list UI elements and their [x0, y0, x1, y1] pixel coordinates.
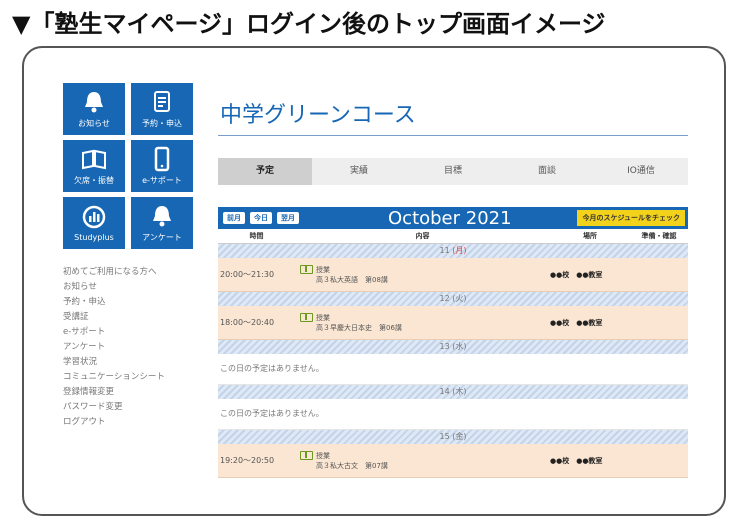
tile-survey[interactable]: アンケート	[131, 197, 193, 249]
date-row: 15 (金)	[218, 430, 688, 444]
tile-reservation[interactable]: 予約・申込	[131, 83, 193, 135]
main-content: 中学グリーンコース 予定 実績 目標 面談 IO通信 前月 今日 翌月 Octo…	[218, 83, 688, 478]
event-row[interactable]: 19:20～20:50 授業 高３私大古文 第07講 ●●校 ●●教室	[218, 444, 688, 478]
page-heading: ▼「塾生マイページ」ログイン後のトップ画面イメージ	[12, 10, 606, 38]
event-content: 授業 高３私大古文 第07講	[295, 450, 550, 471]
event-row[interactable]: 20:00～21:30 授業 高３私大英語 第08講 ●●校 ●●教室	[218, 258, 688, 292]
date-weekday: (月)	[452, 246, 467, 255]
sidebar-link-reservation[interactable]: 予約・申込	[63, 295, 199, 310]
tab-bar: 予定 実績 目標 面談 IO通信	[218, 158, 688, 185]
tile-studyplus[interactable]: Studyplus	[63, 197, 125, 249]
sidebar-link-survey[interactable]: アンケート	[63, 340, 199, 355]
menu-tiles: お知らせ 予約・申込 欠席・振替 e-サポート Studyplus アンケート	[63, 83, 199, 249]
sidebar-link-certificate[interactable]: 受講証	[63, 310, 199, 325]
tile-absence[interactable]: 欠席・振替	[63, 140, 125, 192]
sidebar-link-communication-sheet[interactable]: コミュニケーションシート	[63, 370, 199, 385]
event-detail: 高３早慶大日本史 第06講	[316, 323, 402, 332]
event-type: 授業	[316, 313, 330, 322]
column-prep: 準備・確認	[641, 232, 677, 240]
course-title: 中学グリーンコース	[218, 83, 688, 136]
tab-schedule[interactable]: 予定	[218, 158, 312, 185]
date-weekday: (木)	[452, 387, 467, 396]
lesson-icon	[300, 450, 313, 460]
tile-label: 予約・申込	[142, 119, 182, 128]
event-time: 19:20～20:50	[220, 456, 275, 465]
event-detail: 高３私大英語 第08講	[316, 275, 388, 284]
sidebar-link-logout[interactable]: ログアウト	[63, 415, 199, 430]
event-detail: 高３私大古文 第07講	[316, 461, 388, 470]
sidebar-link-profile[interactable]: 登録情報変更	[63, 385, 199, 400]
event-content: 授業 高３私大英語 第08講	[295, 264, 550, 285]
column-content: 内容	[415, 232, 430, 240]
event-type: 授業	[316, 265, 330, 274]
event-place: ●●校 ●●教室	[550, 456, 603, 465]
tablet-icon	[154, 146, 170, 172]
sidebar-link-news[interactable]: お知らせ	[63, 280, 199, 295]
tab-results[interactable]: 実績	[312, 158, 406, 185]
sidebar-links: 初めてご利用になる方へ お知らせ 予約・申込 受講証 e-サポート アンケート …	[63, 265, 199, 430]
tab-interview[interactable]: 面談	[500, 158, 594, 185]
sidebar-link-study-status[interactable]: 学習状況	[63, 355, 199, 370]
calendar-header: 前月 今日 翌月 October 2021 今月のスケジュールをチェック	[218, 207, 688, 229]
date-row: 13 (水)	[218, 340, 688, 354]
event-time: 18:00～20:40	[220, 318, 275, 327]
date-weekday: (水)	[452, 342, 467, 351]
sidebar-link-first-time[interactable]: 初めてご利用になる方へ	[63, 265, 199, 280]
today-button[interactable]: 今日	[250, 212, 272, 224]
date-weekday: (金)	[452, 432, 467, 441]
lesson-icon	[300, 264, 313, 274]
check-schedule-button[interactable]: 今月のスケジュールをチェック	[577, 210, 685, 226]
event-row[interactable]: 18:00～20:40 授業 高３早慶大日本史 第06講 ●●校 ●●教室	[218, 306, 688, 340]
tile-label: 欠席・振替	[74, 176, 114, 185]
tile-news[interactable]: お知らせ	[63, 83, 125, 135]
tab-io-news[interactable]: IO通信	[594, 158, 688, 185]
calendar-columns: 時間 内容 場所 準備・確認	[218, 229, 688, 244]
date-number: 12	[439, 294, 450, 303]
date-row: 11 (月)	[218, 244, 688, 258]
tile-label: Studyplus	[74, 233, 114, 242]
book-icon	[82, 149, 106, 170]
date-number: 14	[439, 387, 450, 396]
screen: お知らせ 予約・申込 欠席・振替 e-サポート Studyplus アンケート …	[41, 65, 715, 513]
date-row: 14 (木)	[218, 385, 688, 399]
form-icon	[154, 91, 170, 112]
event-time: 20:00～21:30	[220, 270, 275, 279]
sidebar: お知らせ 予約・申込 欠席・振替 e-サポート Studyplus アンケート …	[63, 83, 199, 446]
sidebar-link-e-support[interactable]: e-サポート	[63, 325, 199, 340]
lesson-icon	[300, 312, 313, 322]
next-month-button[interactable]: 翌月	[277, 212, 299, 224]
prev-month-button[interactable]: 前月	[223, 212, 245, 224]
tile-label: お知らせ	[78, 119, 110, 128]
date-row: 12 (火)	[218, 292, 688, 306]
no-schedule-row: この日の予定はありません。	[218, 399, 688, 430]
tile-label: e-サポート	[142, 176, 182, 185]
date-number: 11	[439, 246, 450, 255]
date-number: 15	[439, 432, 450, 441]
date-weekday: (火)	[452, 294, 467, 303]
tile-e-support[interactable]: e-サポート	[131, 140, 193, 192]
bell-icon	[153, 206, 171, 227]
date-number: 13	[439, 342, 450, 351]
no-schedule-row: この日の予定はありません。	[218, 354, 688, 385]
event-place: ●●校 ●●教室	[550, 318, 603, 327]
calendar-month: October 2021	[388, 208, 512, 229]
sidebar-link-password[interactable]: パスワード変更	[63, 400, 199, 415]
event-type: 授業	[316, 451, 330, 460]
tile-label: アンケート	[142, 233, 182, 242]
column-time: 時間	[249, 232, 264, 240]
tab-goals[interactable]: 目標	[406, 158, 500, 185]
event-place: ●●校 ●●教室	[550, 270, 603, 279]
column-place: 場所	[583, 232, 597, 240]
bell-icon	[85, 92, 103, 113]
chart-icon	[82, 205, 106, 229]
event-content: 授業 高３早慶大日本史 第06講	[295, 312, 550, 333]
tablet-frame: お知らせ 予約・申込 欠席・振替 e-サポート Studyplus アンケート …	[22, 46, 726, 516]
